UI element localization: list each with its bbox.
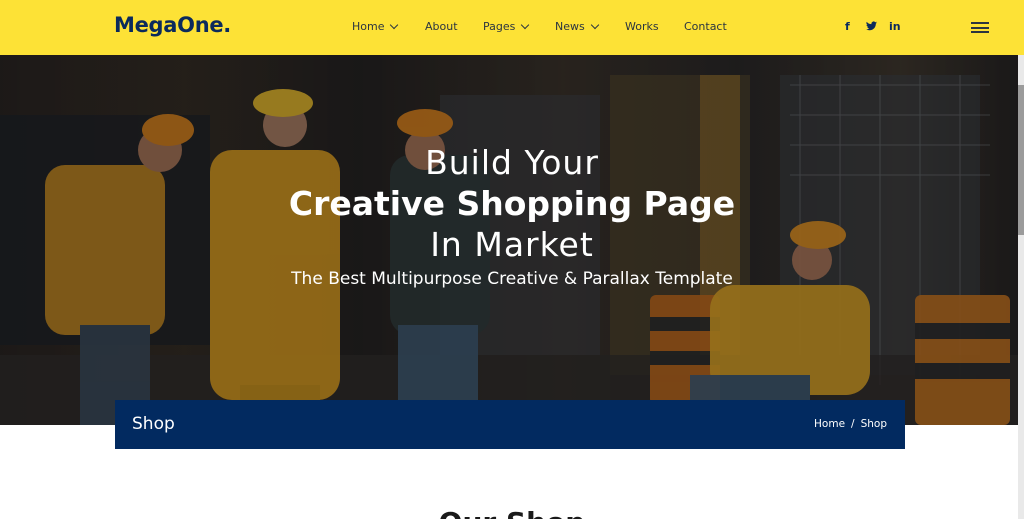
nav-item-label: Works xyxy=(625,20,659,33)
nav-item-works[interactable]: Works xyxy=(625,20,659,33)
twitter-icon[interactable] xyxy=(866,21,877,34)
hero-subtitle: The Best Multipurpose Creative & Paralla… xyxy=(291,269,733,289)
nav-item-label: Contact xyxy=(684,20,727,33)
scrollbar-thumb[interactable] xyxy=(1018,85,1024,235)
breadcrumb: Home / Shop xyxy=(814,418,887,430)
nav-item-label: Home xyxy=(352,20,385,33)
section-heading-text: Our Shop xyxy=(0,506,1024,519)
breadcrumb-home-link[interactable]: Home xyxy=(814,418,845,430)
linkedin-icon[interactable]: in xyxy=(889,20,901,33)
top-navbar: MegaOne. Home About Pages News Works Con… xyxy=(0,0,1024,55)
hero-heading-line-1: Build Your xyxy=(425,143,599,182)
nav-item-contact[interactable]: Contact xyxy=(684,20,727,33)
hero-banner: Build Your Creative Shopping Page In Mar… xyxy=(0,55,1024,425)
page-scrollbar[interactable] xyxy=(1018,55,1024,519)
nav-item-pages[interactable]: Pages xyxy=(483,20,530,33)
hero-heading-line-3: In Market xyxy=(430,225,594,264)
nav-item-label: About xyxy=(425,20,458,33)
section-heading: Our Shop xyxy=(0,506,1024,519)
hero-heading-line-2: Creative Shopping Page xyxy=(288,184,736,223)
breadcrumb-current: Shop xyxy=(860,418,887,430)
chevron-down-icon xyxy=(390,20,399,29)
facebook-icon[interactable]: f xyxy=(845,20,850,33)
nav-item-home[interactable]: Home xyxy=(352,20,399,33)
nav-item-label: Pages xyxy=(483,20,516,33)
nav-item-label: News xyxy=(555,20,585,33)
page-header-bar: Shop Home / Shop xyxy=(115,400,905,449)
nav-item-news[interactable]: News xyxy=(555,20,599,33)
chevron-down-icon xyxy=(590,20,599,29)
site-logo[interactable]: MegaOne. xyxy=(114,13,231,37)
chevron-down-icon xyxy=(521,20,530,29)
breadcrumb-separator: / xyxy=(851,418,855,430)
page-title: Shop xyxy=(132,414,175,434)
menu-icon[interactable] xyxy=(971,22,989,33)
nav-item-about[interactable]: About xyxy=(425,20,458,33)
